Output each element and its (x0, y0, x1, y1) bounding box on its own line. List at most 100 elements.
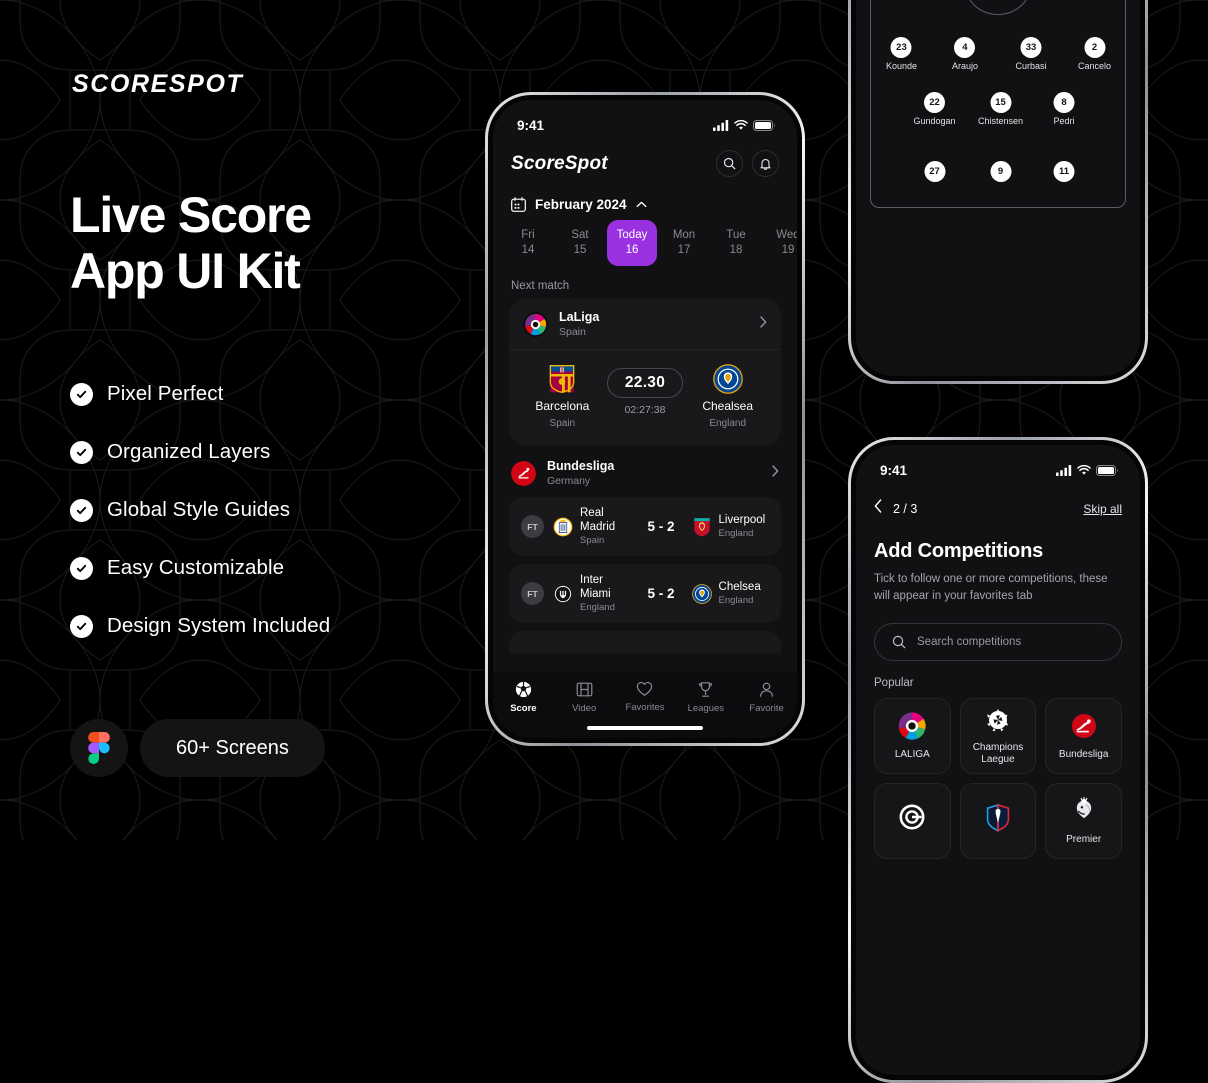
skip-all-button[interactable]: Skip all (1083, 502, 1122, 516)
match-score: 5 - 2 (647, 519, 675, 535)
promo-footer: 60+ Screens (70, 719, 325, 777)
eredivisie-icon (899, 804, 925, 830)
status-bar: 9:41 (856, 445, 1140, 485)
player-marker[interactable]: 4 Araujo (952, 37, 978, 71)
brand-wordmark: SCORESPOT (72, 70, 244, 98)
league-country: Germany (547, 475, 591, 487)
player-marker[interactable]: 2 Cancelo (1078, 37, 1111, 71)
player-number: 8 (1053, 91, 1075, 113)
chevron-up-icon[interactable] (636, 201, 647, 208)
notifications-button[interactable] (752, 150, 779, 177)
check-circle-icon (70, 614, 93, 638)
check-circle-icon (70, 556, 93, 580)
pitch-diagram: 1 ter Stagen 23 Kounde 4 Araujo 33 Curba… (870, 0, 1126, 208)
kickoff-block: 22.30 02:27:38 (604, 364, 687, 416)
champions-league-icon (987, 708, 1009, 732)
home-team-country: England (580, 601, 615, 613)
tab-leagues[interactable]: Leagues (675, 681, 736, 714)
away-team: Chelsea England (691, 580, 770, 607)
search-icon (723, 157, 736, 170)
away-team: Liverpool England (692, 513, 770, 540)
fixture: Barcelona Spain 22.30 02:27:38 Chealsea … (509, 350, 781, 445)
league-header-bundesliga[interactable]: Bundesliga Germany (493, 445, 797, 497)
phone-screen-scores: 9:41 ScoreSpot February 2024 Fri 14 Sat … (493, 100, 797, 738)
figma-logo-icon (70, 719, 128, 777)
tab-label: Favorite (749, 703, 784, 714)
status-icons (1056, 464, 1118, 476)
ligue-one-icon (986, 803, 1010, 832)
table-row[interactable]: FT Inter Miami England 5 - 2 Chelsea Eng… (509, 564, 781, 624)
competition-card-champions-league[interactable]: Champions Laegue (959, 697, 1037, 774)
day-chip-today[interactable]: Today 16 (607, 220, 657, 266)
penalty-arc (965, 0, 1031, 15)
competition-card-bundesliga[interactable]: Bundesliga (1045, 697, 1122, 774)
competition-name: Premier (1066, 833, 1102, 845)
day-name: Mon (672, 229, 696, 241)
barcelona-crest-icon (549, 365, 575, 394)
player-marker[interactable]: 27 (924, 160, 945, 182)
player-number: 4 (954, 37, 976, 59)
competition-card-laliga[interactable]: LALIGA (874, 697, 951, 774)
tab-label: Favorites (625, 702, 665, 713)
tab-video[interactable]: Video (554, 681, 615, 714)
chevron-right-icon[interactable] (760, 315, 767, 333)
day-chip[interactable]: Fri 14 (503, 220, 553, 266)
player-marker[interactable]: 15 Chistensen (978, 91, 1023, 126)
player-marker[interactable]: 8 Pedri (1053, 91, 1075, 126)
player-marker[interactable]: 33 Curbasi (1016, 37, 1047, 71)
home-team-country: Spain (549, 418, 576, 429)
search-button[interactable] (716, 150, 743, 177)
player-marker[interactable]: 11 (1053, 160, 1075, 182)
home-team-country: Spain (580, 534, 605, 546)
day-chip[interactable]: Mon 17 (659, 220, 709, 266)
tab-label: Leagues (687, 703, 725, 714)
competition-card-ligue-one[interactable] (959, 782, 1037, 859)
next-result-row-partial[interactable] (509, 631, 781, 654)
table-row[interactable]: FT Real Madrid Spain 5 - 2 Liverpool Eng… (509, 497, 781, 557)
home-team: Real Madrid Spain (553, 506, 631, 547)
wifi-icon (1077, 464, 1091, 475)
away-team-name: Chelsea (718, 581, 761, 594)
home-team-name: Barcelona (535, 399, 590, 413)
step-counter: 2 / 3 (893, 501, 918, 516)
tab-label: Video (572, 703, 597, 714)
home-indicator (587, 726, 703, 730)
premier-league-icon (1076, 796, 1091, 818)
tab-favorite-profile[interactable]: Favorite (736, 681, 797, 714)
day-chip[interactable]: Sat 15 (555, 220, 605, 266)
bottom-tab-bar[interactable]: Score Video Favorites Leagues Favorite (493, 672, 797, 738)
league-header[interactable]: LaLiga Spain (509, 299, 781, 349)
search-placeholder: Search competitions (917, 635, 1022, 648)
status-bar: 9:41 (493, 100, 797, 140)
day-chip[interactable]: Tue 18 (711, 220, 761, 266)
player-marker[interactable]: 9 (990, 160, 1012, 182)
real-madrid-crest-icon (553, 517, 573, 536)
person-icon (760, 682, 774, 697)
search-competitions-field[interactable]: Search competitions (874, 622, 1122, 661)
day-name: Sat (571, 229, 589, 241)
competition-card-eredivisie[interactable] (874, 782, 951, 859)
league-country: Spain (559, 326, 586, 338)
battery-icon (753, 119, 775, 131)
player-marker[interactable]: 23 Kounde (886, 37, 917, 71)
player-marker[interactable]: 22 Gundogan (913, 91, 956, 126)
tab-score[interactable]: Score (493, 681, 554, 714)
day-name: Tue (726, 229, 746, 241)
date-picker-header[interactable]: February 2024 (493, 177, 797, 212)
liverpool-crest-icon (693, 517, 710, 536)
app-title: ScoreSpot (511, 152, 608, 174)
tab-favorites[interactable]: Favorites (615, 681, 676, 713)
competition-card-premier-league[interactable]: Premier (1045, 782, 1122, 859)
day-selector[interactable]: Fri 14 Sat 15 Today 16 Mon 17 Tue 18 Wed… (493, 212, 797, 266)
status-time: 9:41 (517, 117, 545, 133)
feature-label: Organized Layers (107, 440, 271, 463)
chelsea-crest-icon (712, 364, 743, 394)
next-match-card[interactable]: LaLiga Spain Barcelona Spain 22.30 02:27… (509, 299, 781, 445)
back-button[interactable] (874, 499, 882, 518)
day-chip[interactable]: Wed 19 (763, 220, 797, 266)
wifi-icon (734, 119, 748, 130)
calendar-icon (511, 197, 526, 212)
selected-month: February 2024 (535, 197, 627, 212)
day-number: 19 (781, 244, 795, 256)
chevron-right-icon[interactable] (772, 464, 779, 482)
